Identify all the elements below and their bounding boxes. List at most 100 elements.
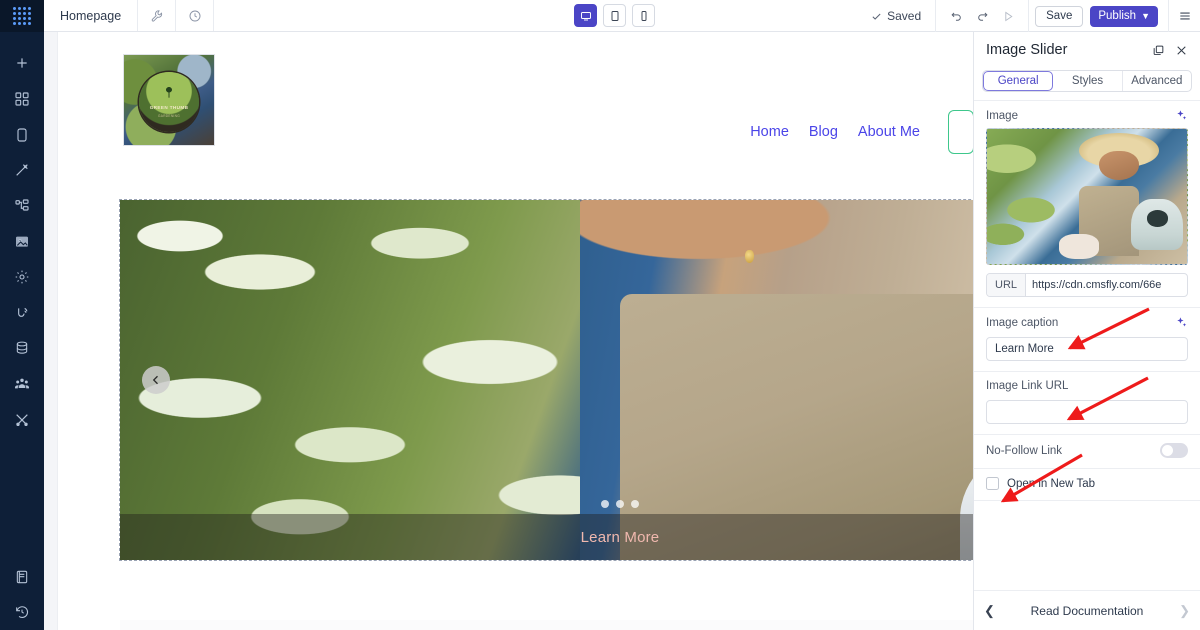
nav-link-home[interactable]: Home (750, 124, 789, 140)
canvas-left-gutter (44, 32, 58, 630)
tools-cross-icon (16, 413, 28, 426)
app-logo[interactable] (0, 0, 44, 32)
settings-panel: Image Slider General Styles Advanced Ima… (973, 32, 1200, 630)
plug-signal-icon (18, 307, 28, 317)
sidebar-item-tools[interactable] (0, 402, 44, 438)
wrench-icon (151, 9, 162, 22)
database-icon (16, 342, 28, 355)
image-link-url-label: Image Link URL (986, 380, 1069, 392)
publish-label: Publish (1098, 10, 1137, 22)
image-caption-label: Image caption (986, 316, 1059, 329)
sitemap-icon (15, 199, 29, 211)
main-menu-button[interactable] (1168, 0, 1200, 32)
nav-cta-button[interactable] (948, 110, 974, 154)
left-sidebar (0, 0, 44, 630)
tab-styles[interactable]: Styles (1053, 71, 1123, 91)
tab-general[interactable]: General (983, 71, 1054, 91)
sidebar-item-users[interactable] (0, 366, 44, 402)
chevron-left-icon[interactable]: ❮ (984, 603, 995, 619)
duplicate-panel-icon[interactable] (1152, 44, 1165, 57)
logo-badge: GREEN THUMB GARDENING (139, 71, 199, 132)
read-documentation-link[interactable]: Read Documentation (995, 604, 1179, 618)
sidebar-item-blocks[interactable] (0, 81, 44, 117)
history-controls (935, 0, 1028, 32)
logo-badge-subtext: GARDENING (157, 113, 181, 118)
image-url-value[interactable]: https://cdn.cmsfly.com/66e (1026, 274, 1187, 296)
image-link-url-input[interactable] (986, 400, 1188, 424)
preview-play-icon (1004, 11, 1013, 21)
grid-dots-logo-icon (13, 6, 31, 25)
undo-icon (951, 12, 961, 21)
caption-label-row: Image caption (986, 316, 1188, 329)
below-slider-section[interactable] (120, 620, 974, 630)
image-thumbnail[interactable] (986, 128, 1188, 265)
check-icon (872, 13, 881, 20)
history-clock-icon (189, 10, 201, 21)
nav-link-about-me[interactable]: About Me (858, 124, 920, 140)
sidebar-item-media[interactable] (0, 224, 44, 260)
chevron-left-icon (152, 375, 158, 385)
slider-prev-button[interactable] (142, 366, 170, 394)
nav-link-blog[interactable]: Blog (809, 124, 838, 140)
undo-button[interactable] (944, 4, 968, 28)
chevron-right-icon[interactable]: ❯ (1179, 603, 1190, 619)
slider-dots[interactable] (601, 500, 639, 508)
plus-icon (17, 58, 27, 69)
device-desktop-button[interactable] (574, 4, 597, 27)
image-caption-input[interactable] (986, 337, 1188, 361)
site-logo[interactable]: GREEN THUMB GARDENING (123, 54, 215, 146)
publish-button[interactable]: Publish ▼ (1090, 5, 1158, 27)
no-follow-link-toggle[interactable] (1160, 443, 1188, 458)
open-in-new-tab-group: Open in New Tab (974, 469, 1200, 501)
no-follow-link-group: No-Follow Link (974, 435, 1200, 469)
panel-title: Image Slider (986, 42, 1068, 58)
sidebar-item-docs[interactable] (0, 559, 44, 595)
slider-caption-overlay: Learn More (120, 514, 974, 560)
hamburger-menu-icon (1179, 12, 1190, 20)
magic-wand-icon (16, 164, 28, 177)
ai-sparkle-icon[interactable] (1175, 109, 1188, 122)
preview-button[interactable] (996, 4, 1020, 28)
open-in-new-tab-checkbox[interactable] (986, 477, 999, 490)
slider-caption: Learn More (580, 528, 660, 546)
device-preview-group (574, 4, 655, 27)
chevron-down-icon: ▼ (1141, 11, 1150, 21)
image-url-row[interactable]: URL https://cdn.cmsfly.com/66e (986, 273, 1188, 297)
image-label: Image (986, 109, 1018, 122)
toolbar-right-group: Saved Save Publish ▼ (857, 0, 1200, 32)
desktop-icon (580, 11, 591, 20)
image-icon (16, 236, 28, 247)
redo-button[interactable] (970, 4, 994, 28)
action-buttons: Save Publish ▼ (1028, 0, 1168, 32)
tab-advanced[interactable]: Advanced (1123, 71, 1191, 91)
url-tag-label: URL (987, 274, 1027, 296)
editor-canvas[interactable]: GREEN THUMB GARDENING Home Blog About Me (44, 32, 974, 630)
page-icon (17, 128, 27, 142)
close-icon[interactable] (1175, 44, 1188, 57)
wrench-tool-button[interactable] (138, 0, 177, 31)
sidebar-item-settings[interactable] (0, 259, 44, 295)
panel-body: Image URL https://cdn.cmsfly.com/66e Ima… (974, 100, 1200, 590)
book-icon (16, 570, 28, 583)
status-badge: Saved (857, 9, 935, 23)
device-mobile-button[interactable] (632, 4, 655, 27)
ai-sparkle-icon[interactable] (1175, 316, 1188, 329)
history-button[interactable] (176, 0, 215, 31)
open-in-new-tab-label: Open in New Tab (1007, 477, 1096, 490)
image-link-url-group: Image Link URL (974, 372, 1200, 435)
device-tablet-button[interactable] (603, 4, 626, 27)
sidebar-item-database[interactable] (0, 331, 44, 367)
sidebar-item-layers[interactable] (0, 188, 44, 224)
image-label-row: Image (986, 109, 1188, 122)
sidebar-item-integrations[interactable] (0, 295, 44, 331)
sidebar-item-add[interactable] (0, 46, 44, 82)
image-slider-block[interactable]: Learn More (119, 199, 974, 561)
sidebar-item-revisions[interactable] (0, 594, 44, 630)
logo-badge-text: GREEN THUMB (149, 105, 189, 111)
page-title[interactable]: Homepage (44, 0, 139, 31)
save-button[interactable]: Save (1035, 5, 1084, 27)
thumb-glove (1059, 234, 1099, 259)
link-label-row: Image Link URL (986, 380, 1188, 392)
sidebar-item-design[interactable] (0, 153, 44, 189)
sidebar-item-pages[interactable] (0, 117, 44, 153)
